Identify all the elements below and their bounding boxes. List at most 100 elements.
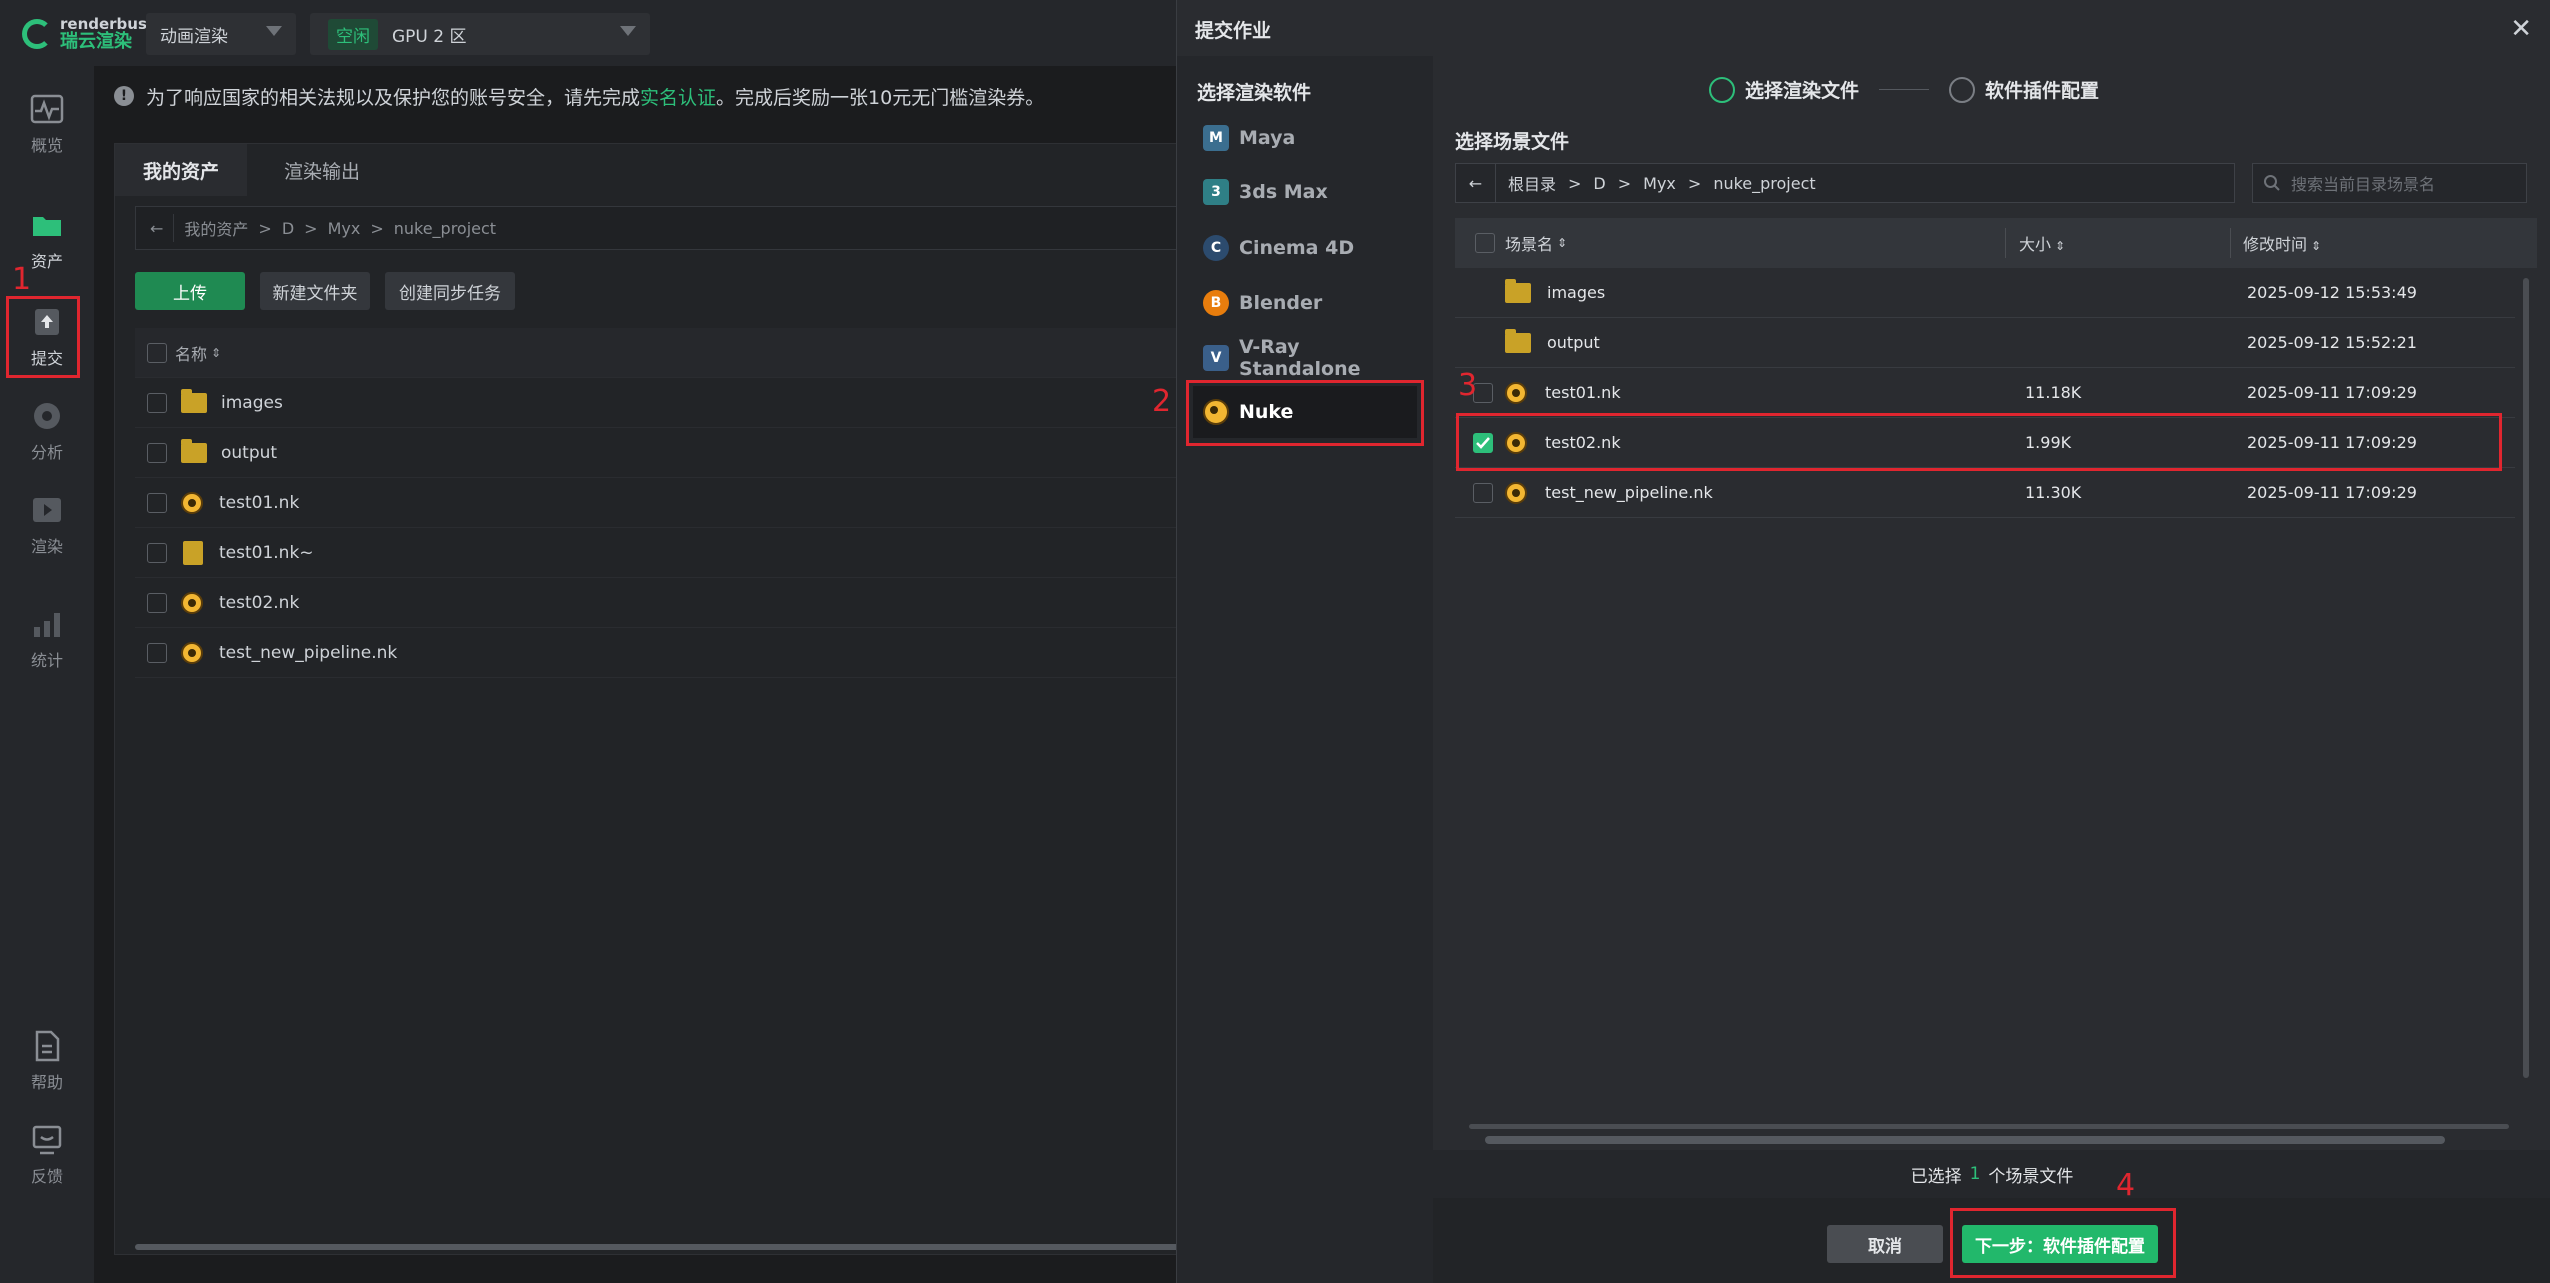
cinema4d-icon: C [1203,235,1229,261]
software-item-vray-standalone[interactable]: V V-Ray Standalone [1193,332,1417,384]
select-all-checkbox[interactable] [1475,233,1495,253]
folder-icon [181,438,207,463]
crumb-sep: > [304,218,318,238]
sidebar-item-label: 概览 [30,136,63,155]
software-item-cinema4d[interactable]: C Cinema 4D [1193,222,1417,274]
annotation-number: 4 [2116,1168,2136,1203]
row-checkbox[interactable] [147,392,167,413]
crumb-sep: > [1568,173,1582,193]
sort-icon: ⇕ [2055,239,2066,253]
status-badge: 空闲 [328,18,378,50]
table-row[interactable]: test01.nk [135,478,1205,528]
column-scene-name[interactable]: 场景名 [1505,231,1553,255]
doc-icon [35,1030,60,1062]
vray-icon: V [1203,345,1229,371]
step-2-label: 软件插件配置 [1985,80,2100,102]
step-1-circle-icon [1709,76,1735,103]
sidebar-item-feedback[interactable]: 反馈 [0,1110,94,1200]
gpu-zone-select[interactable]: 空闲 GPU 2 区 [310,13,650,55]
sidebar-item-label: 分析 [30,443,63,462]
nuke-file-icon [1505,381,1527,404]
software-label: Maya [1239,127,1296,149]
table-row[interactable]: output [135,428,1205,478]
scene-mtime: 2025-09-12 15:52:21 [2247,333,2417,352]
file-name: test01.nk~ [219,542,314,563]
render-mode-select[interactable]: 动画渲染 [146,13,296,55]
software-item-blender[interactable]: B Blender [1193,277,1417,329]
table-row[interactable]: images [135,378,1205,428]
assets-breadcrumb: ← 我的资产 > D > Myx > nuke_project [135,206,1205,250]
crumb[interactable]: Myx [1643,174,1676,193]
realname-link[interactable]: 实名认证 [640,83,716,110]
annotation-box-next [1950,1208,2176,1278]
crumb[interactable]: 我的资产 [184,216,248,240]
table-row[interactable]: test_new_pipeline.nk [135,628,1205,678]
sidebar-item-stats[interactable]: 统计 [0,594,94,684]
select-all-checkbox[interactable] [147,342,167,363]
sort-icon[interactable]: ⇕ [1557,236,1567,250]
row-checkbox[interactable] [147,542,167,563]
sidebar-item-overview[interactable]: 概览 [0,79,94,169]
upload-button[interactable]: 上传 [135,272,245,310]
column-mtime: 修改时间 [2243,235,2308,254]
software-label: V-Ray Standalone [1239,336,1361,380]
software-item-maya[interactable]: M Maya [1193,112,1417,164]
step-divider [1879,89,1930,90]
sidebar-item-render[interactable]: 渲染 [0,480,94,570]
sort-icon[interactable]: ⇕ [211,346,221,360]
scene-search-input[interactable]: 搜索当前目录场景名 [2252,163,2527,203]
table-row[interactable]: test02.nk [135,578,1205,628]
scene-row[interactable]: images 2025-09-12 15:53:49 [1455,268,2515,318]
scene-row[interactable]: test_new_pipeline.nk 11.30K 2025-09-11 1… [1455,468,2515,518]
column-mtime-wrap[interactable]: 修改时间 ⇕ [2243,231,2321,255]
row-checkbox[interactable] [147,492,167,513]
horizontal-scrollbar-top[interactable] [1469,1124,2509,1129]
software-item-3dsmax[interactable]: 3 3ds Max [1193,166,1417,218]
annotation-box-scene-row [1456,413,2502,471]
back-arrow-icon[interactable]: ← [1456,164,1496,202]
scene-size: 11.30K [2025,483,2082,502]
back-arrow-icon[interactable]: ← [150,219,163,238]
horizontal-scrollbar[interactable] [135,1244,1205,1250]
column-divider [2230,228,2231,258]
3dsmax-icon: 3 [1203,179,1229,205]
column-size-wrap[interactable]: 大小 ⇕ [2019,231,2065,255]
cancel-button[interactable]: 取消 [1827,1225,1943,1263]
table-row[interactable]: test01.nk~ [135,528,1205,578]
row-checkbox[interactable] [147,592,167,613]
crumb[interactable]: nuke_project [1713,174,1815,193]
step-indicator: 选择渲染文件 软件插件配置 [1709,76,2099,103]
scene-row[interactable]: test01.nk 11.18K 2025-09-11 17:09:29 [1455,368,2515,418]
scene-size: 11.18K [2025,383,2082,402]
sidebar-item-help[interactable]: 帮助 [0,1016,94,1106]
close-icon[interactable]: ✕ [2510,14,2532,44]
scene-table: 场景名 ⇕ 大小 ⇕ 修改时间 ⇕ images 2025-09-12 15:53:… [1455,218,2537,1148]
tab-label: 渲染输出 [283,160,360,183]
scene-header: 选择场景文件 [1455,131,1570,153]
row-checkbox[interactable] [147,442,167,463]
logo-mark-icon [22,19,52,49]
crumb-sep: > [1617,173,1632,193]
column-divider [2005,228,2006,258]
crumb[interactable]: D [1593,174,1605,193]
scene-row[interactable]: output 2025-09-12 15:52:21 [1455,318,2515,368]
tab-my-assets[interactable]: 我的资产 [115,144,247,196]
row-checkbox[interactable] [147,642,167,663]
new-folder-button[interactable]: 新建文件夹 [260,272,370,310]
crumb[interactable]: Myx [328,219,361,238]
sidebar-item-analysis[interactable]: 分析 [0,386,94,476]
column-name[interactable]: 名称 [175,341,207,365]
scene-name: test01.nk [1545,383,1621,402]
crumb[interactable]: 根目录 [1508,171,1556,195]
folder-icon [1505,328,1531,353]
horizontal-scrollbar[interactable] [1485,1136,2445,1144]
create-sync-task-button[interactable]: 创建同步任务 [385,272,515,310]
crumb[interactable]: D [282,219,294,238]
blender-icon: B [1203,290,1229,316]
row-checkbox[interactable] [1473,482,1493,503]
tab-render-output[interactable]: 渲染输出 [247,144,397,196]
annotation-number: 1 [12,262,32,297]
vertical-scrollbar[interactable] [2523,278,2529,1078]
crumb[interactable]: nuke_project [394,219,496,238]
renderbus-logo: renderbus 瑞云渲染 [22,14,147,54]
